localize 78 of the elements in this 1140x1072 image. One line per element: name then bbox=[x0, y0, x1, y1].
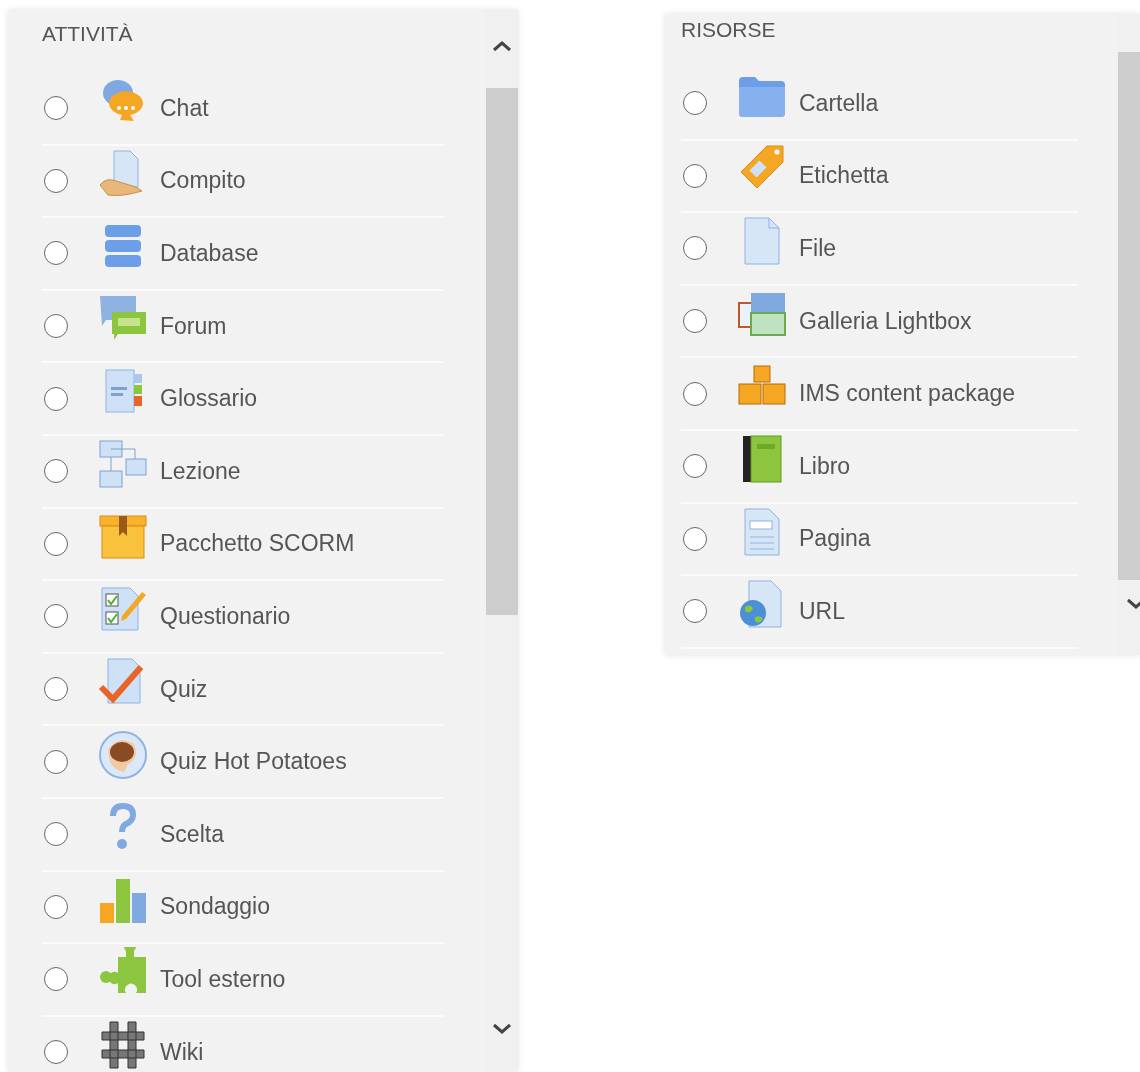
module-option[interactable]: Tool esterno bbox=[42, 944, 444, 1017]
module-name: Galleria Lightbox bbox=[799, 307, 972, 335]
radio-button[interactable] bbox=[683, 309, 707, 334]
module-option[interactable]: URL bbox=[681, 576, 1078, 649]
module-option[interactable]: IMS content package bbox=[681, 358, 1078, 431]
radio-button[interactable] bbox=[683, 163, 707, 188]
section-heading: ATTIVITÀ bbox=[42, 21, 134, 47]
radio-button[interactable] bbox=[44, 967, 68, 992]
module-name: Tool esterno bbox=[160, 965, 286, 993]
module-option[interactable]: Chat bbox=[42, 73, 444, 146]
radio-button[interactable] bbox=[44, 894, 68, 919]
module-option[interactable]: Compito bbox=[42, 145, 444, 219]
module-name: Pacchetto SCORM bbox=[160, 530, 355, 558]
radio-button[interactable] bbox=[683, 91, 707, 116]
module-option[interactable]: Quiz Hot Potatoes bbox=[42, 726, 444, 799]
chevron-up-icon[interactable] bbox=[492, 40, 512, 52]
radio-button[interactable] bbox=[44, 1040, 68, 1064]
flowchart-icon bbox=[98, 439, 148, 490]
scrollbar-thumb[interactable] bbox=[1118, 52, 1140, 580]
radio-button[interactable] bbox=[683, 526, 707, 551]
grid-knot-icon bbox=[98, 1020, 148, 1070]
radio-button[interactable] bbox=[44, 314, 68, 339]
chevron-down-icon[interactable] bbox=[1126, 598, 1140, 610]
module-name: URL bbox=[799, 597, 845, 625]
radio-button[interactable] bbox=[683, 599, 707, 624]
module-name: Forum bbox=[160, 312, 227, 340]
module-name: Scelta bbox=[160, 820, 224, 848]
chevron-down-icon[interactable] bbox=[492, 1023, 512, 1035]
radio-button[interactable] bbox=[44, 96, 68, 121]
radio-button[interactable] bbox=[44, 822, 68, 847]
module-option[interactable]: Glossario bbox=[42, 363, 444, 436]
module-name: Glossario bbox=[160, 385, 258, 413]
radio-button[interactable] bbox=[44, 459, 68, 484]
module-option[interactable]: Galleria Lightbox bbox=[681, 285, 1078, 359]
radio-button[interactable] bbox=[44, 531, 68, 556]
module-option[interactable]: Forum bbox=[42, 290, 444, 364]
module-option[interactable]: Wiki bbox=[42, 1016, 444, 1072]
module-name: Wiki bbox=[160, 1038, 204, 1066]
module-option[interactable]: Lezione bbox=[42, 435, 444, 509]
section-heading: RISORSE bbox=[681, 17, 777, 43]
radio-button[interactable] bbox=[44, 604, 68, 629]
module-option[interactable]: Quiz bbox=[42, 653, 444, 727]
module-name: Pagina bbox=[799, 525, 871, 553]
radio-button[interactable] bbox=[44, 168, 68, 193]
radio-button[interactable] bbox=[44, 241, 68, 266]
module-option[interactable]: Cartella bbox=[681, 68, 1078, 141]
module-option[interactable]: Pacchetto SCORM bbox=[42, 508, 444, 582]
module-name: Questionario bbox=[160, 602, 291, 630]
radio-button[interactable] bbox=[44, 677, 68, 702]
module-name: Chat bbox=[160, 94, 209, 122]
module-option[interactable]: Database bbox=[42, 218, 444, 291]
module-option[interactable]: Sondaggio bbox=[42, 871, 444, 945]
scrollbar[interactable] bbox=[486, 10, 518, 1072]
module-option[interactable]: File bbox=[681, 213, 1078, 286]
module-name: Quiz bbox=[160, 675, 208, 703]
scrollbar-thumb[interactable] bbox=[486, 88, 518, 615]
module-option[interactable]: Libro bbox=[681, 430, 1078, 504]
module-name: Quiz Hot Potatoes bbox=[160, 748, 347, 776]
radio-button[interactable] bbox=[44, 386, 68, 411]
module-name: Database bbox=[160, 240, 259, 267]
module-name: Libro bbox=[799, 452, 851, 480]
module-name: Compito bbox=[160, 167, 246, 195]
radio-button[interactable] bbox=[683, 236, 707, 261]
radio-button[interactable] bbox=[44, 749, 68, 774]
module-name: Cartella bbox=[799, 89, 879, 117]
module-option[interactable]: Scelta bbox=[42, 798, 444, 872]
module-name: IMS content package bbox=[799, 380, 1016, 408]
hand-circle-icon bbox=[98, 729, 148, 780]
module-name: Etichetta bbox=[799, 162, 889, 190]
module-option[interactable]: Questionario bbox=[42, 581, 444, 654]
module-name: Sondaggio bbox=[160, 893, 270, 921]
module-name: Lezione bbox=[160, 457, 241, 485]
module-name: File bbox=[799, 235, 837, 262]
radio-button[interactable] bbox=[683, 381, 707, 406]
radio-button[interactable] bbox=[683, 454, 707, 479]
module-option[interactable]: Etichetta bbox=[681, 140, 1078, 214]
scrollbar[interactable] bbox=[1118, 14, 1140, 655]
module-option[interactable]: Pagina bbox=[681, 503, 1078, 577]
